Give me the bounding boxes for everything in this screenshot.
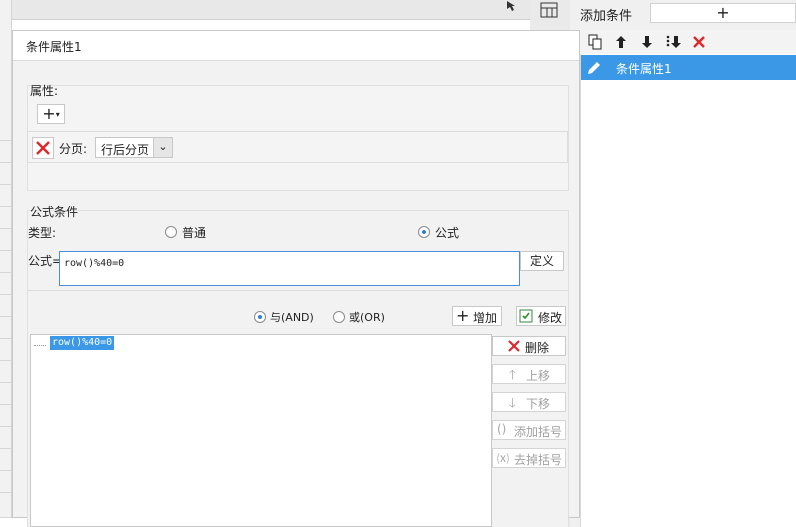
- logic-or-label: 或(OR): [349, 311, 385, 324]
- add-condition-button[interactable]: +: [650, 3, 796, 23]
- move-down-icon[interactable]: [638, 33, 656, 51]
- delete-x-icon: [507, 339, 521, 353]
- move-up-button[interactable]: 🡑 上移: [492, 364, 566, 384]
- remove-attribute-icon[interactable]: [32, 137, 54, 159]
- page-break-value: 行后分页: [101, 143, 150, 157]
- type-label: 类型:: [28, 226, 57, 240]
- condition-list-item[interactable]: 条件属性1: [581, 55, 796, 80]
- layout-icon[interactable]: [540, 2, 558, 18]
- delete-button-label: 删除: [525, 341, 550, 355]
- type-normal-radio[interactable]: [165, 226, 177, 238]
- page-break-label: 分页:: [59, 142, 88, 156]
- attribute-row: 分页: 行后分页 ⌄: [27, 131, 568, 163]
- add-attribute-button[interactable]: +▾: [37, 104, 65, 124]
- sheet-row-header: [0, 0, 12, 527]
- move-bottom-icon[interactable]: [664, 33, 682, 51]
- formula-condition-group: 公式条件 类型: 普通 公式 公式= row()%40=0 定义 与(AND) …: [27, 205, 569, 527]
- arrow-up-icon: 🡑: [509, 368, 516, 383]
- formula-condition-label: 公式条件: [30, 205, 79, 219]
- sheet-column-header: [0, 0, 530, 20]
- dropdown-arrow-icon: ▾: [55, 110, 60, 119]
- edit-pencil-icon: [585, 59, 603, 77]
- chevron-down-icon: ⌄: [153, 138, 172, 157]
- copy-icon[interactable]: [586, 33, 604, 51]
- modify-button[interactable]: 修改: [516, 306, 566, 326]
- logic-or-radio[interactable]: [333, 311, 345, 323]
- divider: [28, 290, 568, 291]
- formula-label: 公式=: [28, 254, 63, 268]
- condition-list: 条件属性1: [580, 54, 796, 527]
- move-down-button[interactable]: 🡓 下移: [492, 392, 566, 412]
- remove-bracket-button[interactable]: ⒳ 去掉括号: [492, 448, 566, 468]
- remove-bracket-label: 去掉括号: [514, 453, 563, 467]
- move-up-icon[interactable]: [612, 33, 630, 51]
- formula-input-value: row()%40=0: [64, 258, 125, 269]
- bracket-icon: (): [497, 422, 507, 436]
- condition-attribute-dialog: 条件属性1 属性: +▾ 分页: 行后分页 ⌄ 公式条件 类型: 普通 公式 公…: [12, 30, 580, 527]
- tree-connector: [34, 345, 46, 346]
- attributes-group: 属性: +▾ 分页: 行后分页 ⌄: [27, 84, 569, 191]
- add-button-label: 增加: [473, 311, 498, 325]
- condition-item-label: 条件属性1: [616, 62, 672, 76]
- condition-expression-list: row()%40=0: [30, 334, 492, 527]
- logic-and-radio[interactable]: [254, 311, 266, 323]
- formula-input[interactable]: row()%40=0: [59, 251, 520, 286]
- page-break-select[interactable]: 行后分页 ⌄: [95, 137, 173, 158]
- arrow-down-icon: 🡓: [509, 396, 516, 411]
- type-formula-radio[interactable]: [418, 226, 430, 238]
- modify-button-label: 修改: [538, 311, 563, 325]
- add-bracket-button[interactable]: () 添加括号: [492, 420, 566, 440]
- modify-icon: [519, 309, 533, 323]
- cursor-icon: [505, 0, 519, 12]
- add-bracket-label: 添加括号: [514, 425, 563, 439]
- define-button[interactable]: 定义: [520, 251, 564, 271]
- delete-condition-button[interactable]: 删除: [492, 336, 566, 356]
- type-formula-label: 公式: [435, 226, 460, 240]
- condition-expression-item[interactable]: row()%40=0: [50, 336, 115, 350]
- type-normal-label: 普通: [182, 226, 207, 240]
- move-up-label: 上移: [526, 369, 551, 383]
- add-condition-item-button[interactable]: + 增加: [452, 306, 502, 326]
- delete-icon[interactable]: [690, 33, 708, 51]
- panel-toolbar: [580, 30, 796, 54]
- move-down-label: 下移: [526, 397, 551, 411]
- logic-and-label: 与(AND): [270, 311, 314, 324]
- remove-bracket-icon: ⒳: [497, 452, 510, 466]
- plus-icon: +: [456, 306, 470, 325]
- dialog-title: 条件属性1: [26, 40, 82, 54]
- attributes-label: 属性:: [30, 84, 59, 98]
- dialog-body: 属性: +▾ 分页: 行后分页 ⌄ 公式条件 类型: 普通 公式 公式= row…: [13, 60, 579, 527]
- add-attribute-label: +: [42, 104, 56, 123]
- panel-title: 添加条件: [580, 9, 633, 24]
